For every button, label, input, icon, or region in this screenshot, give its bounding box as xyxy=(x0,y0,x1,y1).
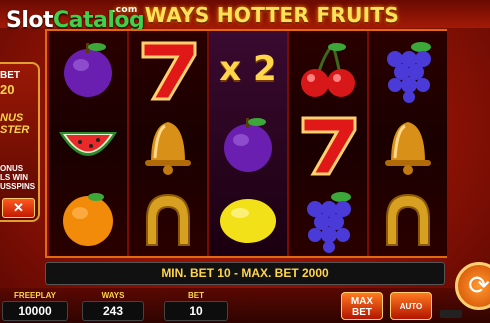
bonus-line-1: NUS xyxy=(0,112,24,124)
bonus-booster-panel: BET 20 NUS STER ONUS LS WIN USSPINS ✕ xyxy=(0,62,40,222)
bell-symbol xyxy=(369,106,447,181)
seven-symbol xyxy=(129,31,207,106)
multiplier-label: x 2 xyxy=(219,48,277,89)
reel-2 xyxy=(129,31,207,256)
freeplay-value: 10000 xyxy=(2,301,68,321)
max-bet-line-2: BET xyxy=(352,307,372,318)
reel-3: x 2 xyxy=(209,31,287,256)
reel-area: x 2 xyxy=(45,29,447,258)
max-bet-button[interactable]: MAX BET xyxy=(341,292,383,320)
ways-value: 243 xyxy=(82,301,144,321)
seven-icon xyxy=(301,116,357,175)
plum-icon xyxy=(64,42,112,97)
game-title: .com WAYS HOTTER FRUITS xyxy=(112,3,399,27)
bonus-description: ONUS LS WIN USSPINS xyxy=(0,164,35,191)
freeplay-label: FREEPLAY xyxy=(14,291,56,300)
cherry-icon xyxy=(301,41,355,97)
bonus-line-2: STER xyxy=(0,124,30,136)
grapes-icon xyxy=(387,41,431,103)
plum-icon xyxy=(224,117,272,172)
grapes-symbol xyxy=(289,181,367,256)
spin-arrow-icon: ⟳ xyxy=(468,270,490,300)
horseshoe-icon xyxy=(146,193,190,246)
reel-5 xyxy=(369,31,447,256)
reel-4 xyxy=(289,31,367,256)
bet-value[interactable]: 10 xyxy=(164,301,228,321)
bell-icon xyxy=(385,121,431,175)
lemon-symbol xyxy=(209,181,287,256)
desc-line-2: LS WIN xyxy=(0,173,28,182)
ways-label: WAYS xyxy=(101,291,125,300)
plum-symbol xyxy=(209,106,287,181)
autoplay-button[interactable]: AUTO xyxy=(390,292,432,320)
seven-icon xyxy=(141,41,197,100)
bonus-booster-title: NUS STER xyxy=(0,112,29,136)
lemon-icon xyxy=(220,198,276,243)
horseshoe-icon xyxy=(386,193,430,246)
cherry-symbol xyxy=(289,31,367,106)
settings-strip[interactable] xyxy=(440,310,462,318)
grapes-symbol xyxy=(369,31,447,106)
bell-icon xyxy=(145,121,191,175)
multiplier-symbol: x 2 xyxy=(209,31,287,106)
game-title-text: WAYS HOTTER FRUITS xyxy=(144,3,400,27)
seven-symbol xyxy=(289,106,367,181)
max-bet-line-1: MAX xyxy=(350,296,374,307)
watermark-com: .com xyxy=(112,5,138,15)
watermelon-icon xyxy=(59,131,117,156)
watermelon-symbol xyxy=(49,106,127,181)
side-bet-label: BET xyxy=(0,70,20,81)
grapes-icon xyxy=(307,191,351,253)
orange-icon xyxy=(63,192,113,246)
close-panel-button[interactable]: ✕ xyxy=(2,198,35,218)
bell-symbol xyxy=(129,106,207,181)
desc-line-1: ONUS xyxy=(0,164,24,173)
horseshoe-symbol xyxy=(129,181,207,256)
orange-symbol xyxy=(49,181,127,256)
bet-label: BET xyxy=(188,291,204,300)
horseshoe-symbol xyxy=(369,181,447,256)
side-bet-value: 20 xyxy=(0,82,15,97)
bet-limits-bar: MIN. BET 10 - MAX. BET 2000 xyxy=(45,262,445,285)
plum-symbol xyxy=(49,31,127,106)
desc-line-3: USSPINS xyxy=(0,182,36,191)
reel-1 xyxy=(49,31,127,256)
